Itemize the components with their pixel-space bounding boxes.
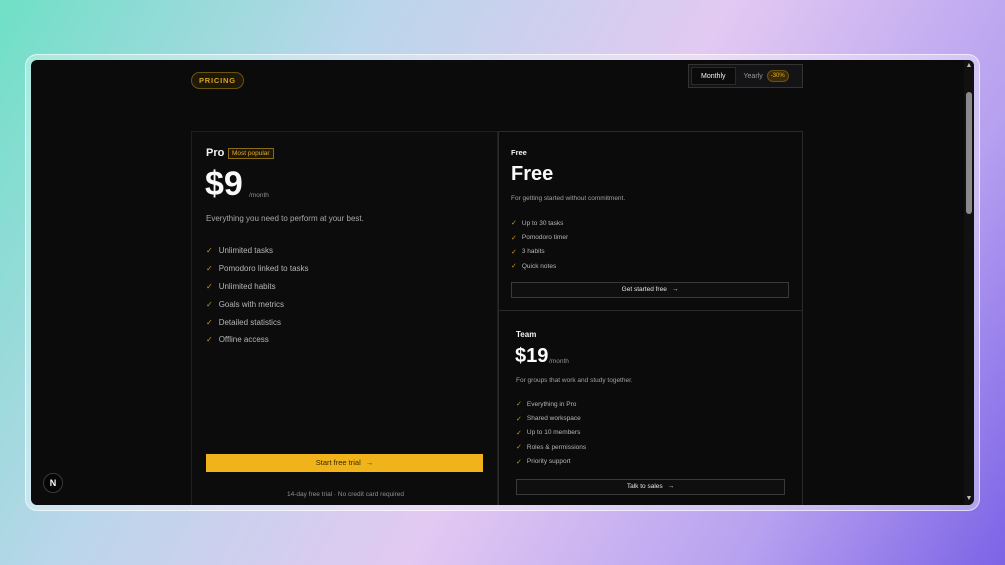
check-icon: ✓ (511, 220, 517, 228)
team-plan-card: Team $19 /month For groups that work and… (498, 311, 803, 505)
list-item: ✓ Goals with metrics (206, 299, 285, 309)
plan-period: /month (249, 192, 269, 199)
pricing-badge: PRICING (191, 72, 244, 89)
billing-toggle[interactable]: Monthly Yearly -30% (688, 64, 803, 88)
scrollbar-thumb[interactable] (966, 92, 972, 214)
list-item: ✓ 3 habits (511, 248, 545, 256)
list-item: ✓ Detailed statistics (206, 317, 281, 327)
plan-name: Free (511, 148, 527, 157)
scroll-down-icon[interactable]: ▼ (965, 495, 973, 503)
feature-list: ✓ Unlimited tasks ✓ Pomodoro linked to tas… (206, 242, 309, 349)
check-icon: ✓ (206, 246, 213, 256)
plan-price: Free (511, 163, 554, 185)
scroll-up-icon[interactable]: ▲ (965, 62, 973, 70)
plan-description: For getting started without commitment. (511, 195, 626, 202)
trial-note: 14-day free trial · No credit card requi… (286, 491, 405, 498)
most-popular-badge: Most popular (228, 148, 274, 159)
discount-badge: -30% (766, 70, 789, 82)
feature-list: ✓ Up to 30 tasks ✓ Pomodoro timer ✓ 3 habit… (511, 216, 568, 274)
list-item: ✓ Priority support (516, 458, 571, 466)
start-free-trial-button[interactable]: Start free trial → (206, 454, 483, 472)
list-item: ✓ Roles & permissions (516, 443, 587, 452)
list-item: ✓ Up to 30 tasks (511, 219, 564, 228)
list-item: ✓ Unlimited tasks (206, 246, 273, 256)
check-icon: ✓ (516, 401, 522, 409)
list-item: ✓ Pomodoro timer (511, 234, 569, 242)
n-logo-icon[interactable]: N (43, 473, 63, 493)
free-plan-card: Free Free For getting started without co… (498, 131, 803, 311)
list-item: ✓ Unlimited habits (206, 281, 276, 291)
list-item: ✓ Quick notes (511, 262, 557, 271)
list-item: ✓ Everything in Pro (516, 400, 577, 409)
check-icon: ✓ (516, 444, 522, 452)
pricing-page: PRICING Monthly Yearly -30% Pro Most pop… (31, 60, 974, 505)
pro-plan-card: Pro Most popular $9 /month Everything yo… (191, 131, 498, 505)
arrow-right-icon: → (671, 286, 679, 293)
check-icon: ✓ (511, 234, 517, 242)
list-item: ✓ Up to 10 members (516, 429, 581, 437)
check-icon: ✓ (516, 458, 522, 466)
check-icon: ✓ (206, 299, 213, 309)
check-icon: ✓ (206, 317, 213, 327)
check-icon: ✓ (516, 415, 522, 423)
check-icon: ✓ (511, 248, 517, 256)
get-started-free-button[interactable]: Get started free → (511, 282, 789, 298)
yearly-label: Yearly (743, 72, 763, 80)
list-item: ✓ Offline access (206, 335, 269, 345)
arrow-right-icon: → (365, 458, 374, 467)
arrow-right-icon: → (667, 483, 675, 490)
talk-to-sales-button[interactable]: Talk to sales → (516, 479, 785, 495)
plan-price: $9 (205, 165, 243, 203)
check-icon: ✓ (516, 429, 522, 437)
scrollbar[interactable]: ▲ ▼ (964, 60, 974, 505)
check-icon: ✓ (206, 335, 213, 345)
check-icon: ✓ (206, 264, 213, 274)
plan-period: /month (549, 358, 569, 365)
check-icon: ✓ (511, 263, 517, 271)
monthly-option[interactable]: Monthly (691, 67, 736, 85)
check-icon: ✓ (206, 281, 213, 291)
plan-price: $19 (515, 345, 549, 367)
feature-list: ✓ Everything in Pro ✓ Shared workspace ✓ Up… (516, 397, 586, 469)
yearly-option[interactable]: Yearly -30% (736, 70, 789, 82)
plan-description: Everything you need to perform at your b… (206, 214, 364, 223)
plan-name: Pro (206, 147, 225, 159)
plan-name: Team (516, 330, 537, 339)
list-item: ✓ Shared workspace (516, 415, 581, 423)
list-item: ✓ Pomodoro linked to tasks (206, 264, 309, 274)
plan-description: For groups that work and study together. (516, 377, 633, 384)
